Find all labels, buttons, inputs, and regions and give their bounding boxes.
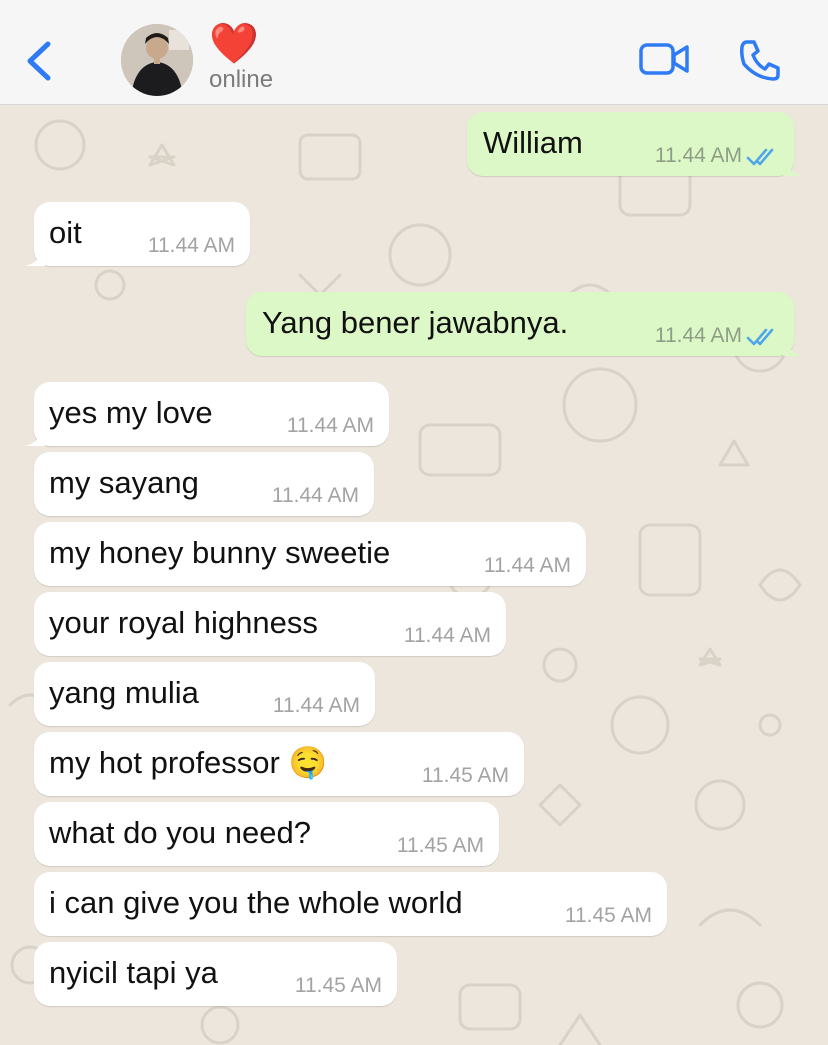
message-time: 11.45 AM — [294, 974, 382, 997]
avatar[interactable] — [121, 24, 193, 96]
bubble-tail — [783, 156, 803, 176]
incoming-message[interactable]: yang mulia 11.44 AM — [34, 662, 375, 726]
incoming-message[interactable]: my honey bunny sweetie 11.44 AM — [34, 522, 586, 586]
message-time: 11.44 AM — [483, 554, 571, 577]
message-time: 11.44 AM — [654, 144, 742, 167]
read-receipt-icon — [746, 148, 774, 166]
message-text: what do you need? — [49, 815, 311, 850]
message-text: nyicil tapi ya — [49, 955, 218, 990]
outgoing-message[interactable]: William 11.44 AM — [467, 112, 803, 176]
message-time: 11.45 AM — [564, 904, 652, 927]
message-text: yang mulia — [49, 675, 199, 710]
message-time: 11.45 AM — [396, 834, 484, 857]
incoming-message[interactable]: i can give you the whole world 11.45 AM — [34, 872, 667, 936]
chat-header: ❤️ online — [0, 0, 828, 105]
incoming-message[interactable]: my sayang 11.44 AM — [34, 452, 374, 516]
video-camera-icon[interactable] — [638, 40, 690, 78]
read-receipt-icon — [746, 328, 774, 346]
outgoing-message[interactable]: Yang bener jawabnya. 11.44 AM — [246, 292, 803, 356]
phone-icon[interactable] — [738, 38, 782, 82]
incoming-message[interactable]: what do you need? 11.45 AM — [34, 802, 499, 866]
message-time: 11.44 AM — [271, 484, 359, 507]
message-time: 11.44 AM — [147, 234, 235, 257]
message-time: 11.44 AM — [272, 694, 360, 717]
message-text: i can give you the whole world — [49, 885, 463, 920]
message-time: 11.45 AM — [421, 764, 509, 787]
message-time: 11.44 AM — [286, 414, 374, 437]
bubble-tail — [25, 246, 45, 266]
message-time: 11.44 AM — [654, 324, 742, 347]
contact-status: online — [209, 66, 274, 93]
bubble-tail — [25, 426, 45, 446]
incoming-message[interactable]: my hot professor 🤤 11.45 AM — [34, 732, 524, 796]
contact-name[interactable]: ❤️ — [209, 24, 259, 64]
message-text: Yang bener jawabnya. — [262, 305, 569, 340]
incoming-message[interactable]: oit 11.44 AM — [25, 202, 250, 266]
incoming-message[interactable]: nyicil tapi ya 11.45 AM — [34, 942, 397, 1006]
message-text: oit — [49, 215, 82, 250]
message-text: my sayang — [49, 465, 199, 500]
bubble-tail — [783, 336, 803, 356]
incoming-message[interactable]: yes my love 11.44 AM — [25, 382, 389, 446]
chevron-left-icon[interactable] — [22, 38, 56, 84]
message-text: your royal highness — [49, 605, 318, 640]
incoming-message[interactable]: your royal highness 11.44 AM — [34, 592, 506, 656]
message-text: yes my love — [49, 395, 213, 430]
message-time: 11.44 AM — [403, 624, 491, 647]
avatar-photo — [121, 24, 193, 96]
message-text: William — [483, 125, 583, 160]
chat-area[interactable]: William 11.44 AM oit 11.44 AM Yang bener jaw… — [0, 105, 828, 1045]
message-text: my honey bunny sweetie — [49, 535, 391, 570]
message-text: my hot professor 🤤 — [49, 745, 328, 780]
